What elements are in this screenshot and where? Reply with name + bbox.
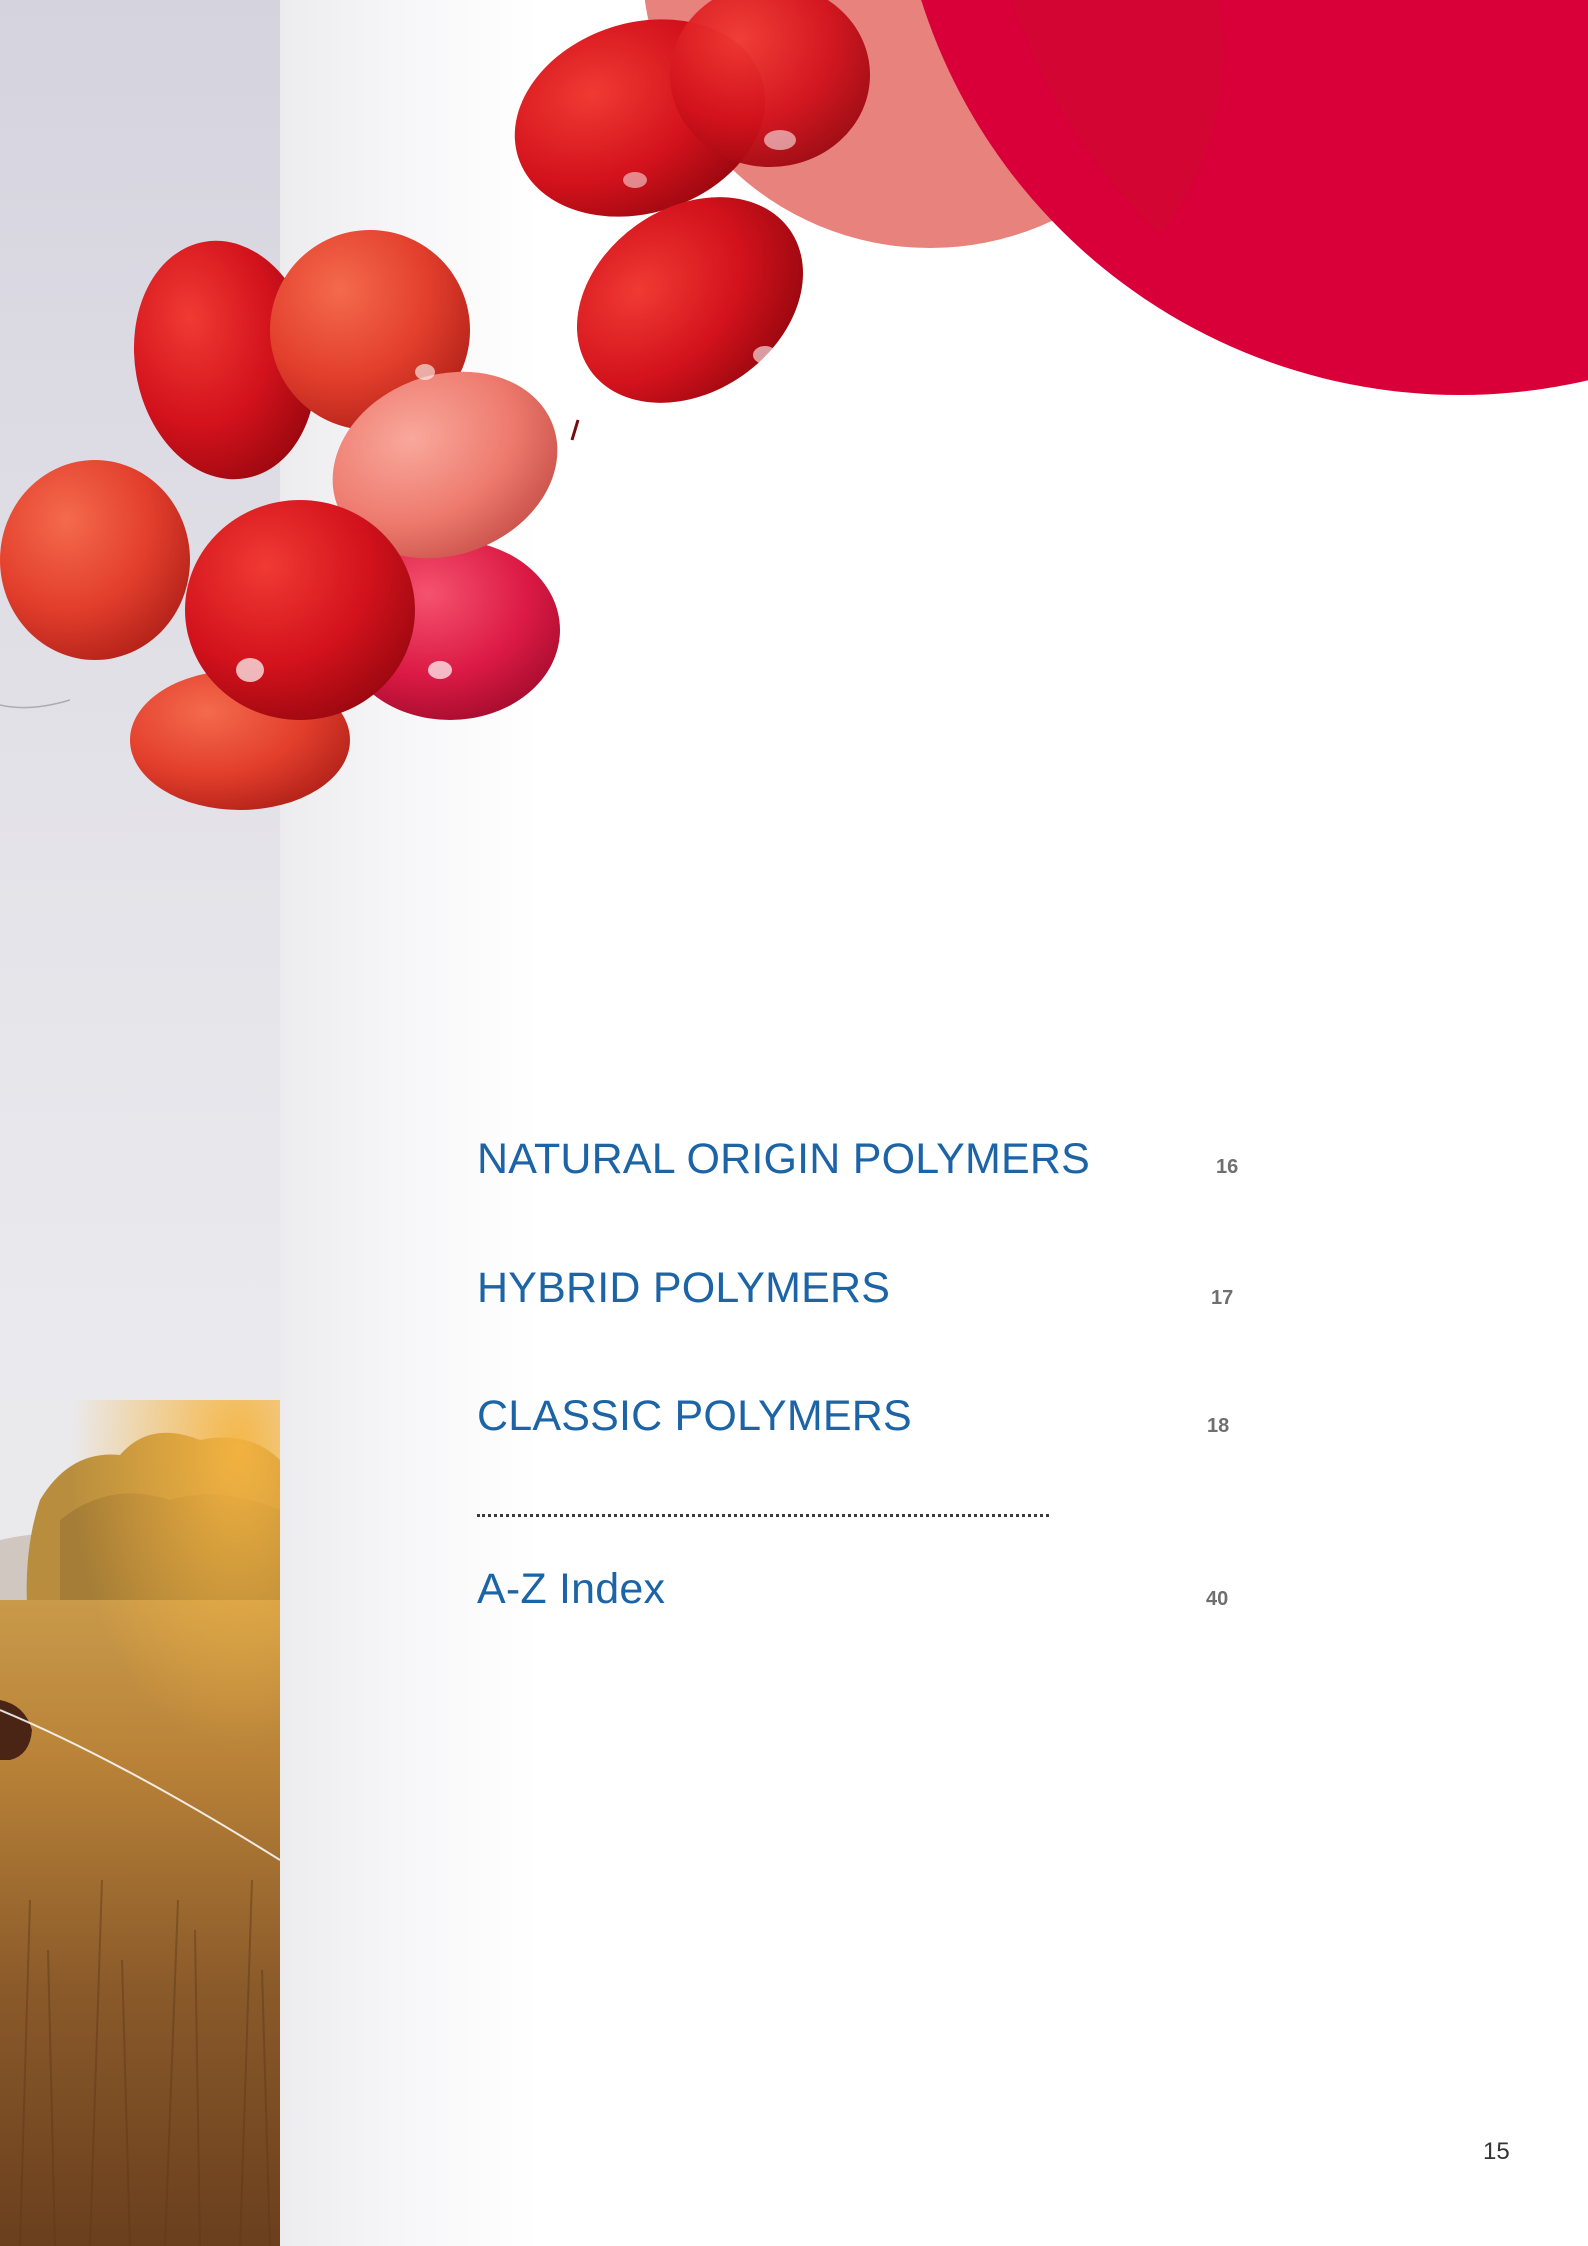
toc-entry-title-az-index[interactable]: A-Z Index [477, 1568, 665, 1611]
toc-entry-page-az-index: 40 [1206, 1588, 1229, 1610]
page-number: 15 [1483, 2138, 1510, 2165]
toc-entry-title-natural-origin-polymers[interactable]: NATURAL ORIGIN POLYMERS [477, 1138, 1090, 1181]
toc-entry-title-hybrid-polymers[interactable]: HYBRID POLYMERS [477, 1267, 890, 1310]
toc-entry-title-classic-polymers[interactable]: CLASSIC POLYMERS [477, 1395, 912, 1438]
toc-page: NATURAL ORIGIN POLYMERS 16 HYBRID POLYME… [0, 0, 1588, 2246]
toc-entry-page-natural-origin-polymers: 16 [1216, 1156, 1239, 1178]
table-of-contents: NATURAL ORIGIN POLYMERS 16 HYBRID POLYME… [0, 0, 1588, 2246]
dotted-separator [477, 1514, 1049, 1517]
toc-entry-page-hybrid-polymers: 17 [1211, 1287, 1234, 1309]
toc-entry-page-classic-polymers: 18 [1207, 1415, 1230, 1437]
